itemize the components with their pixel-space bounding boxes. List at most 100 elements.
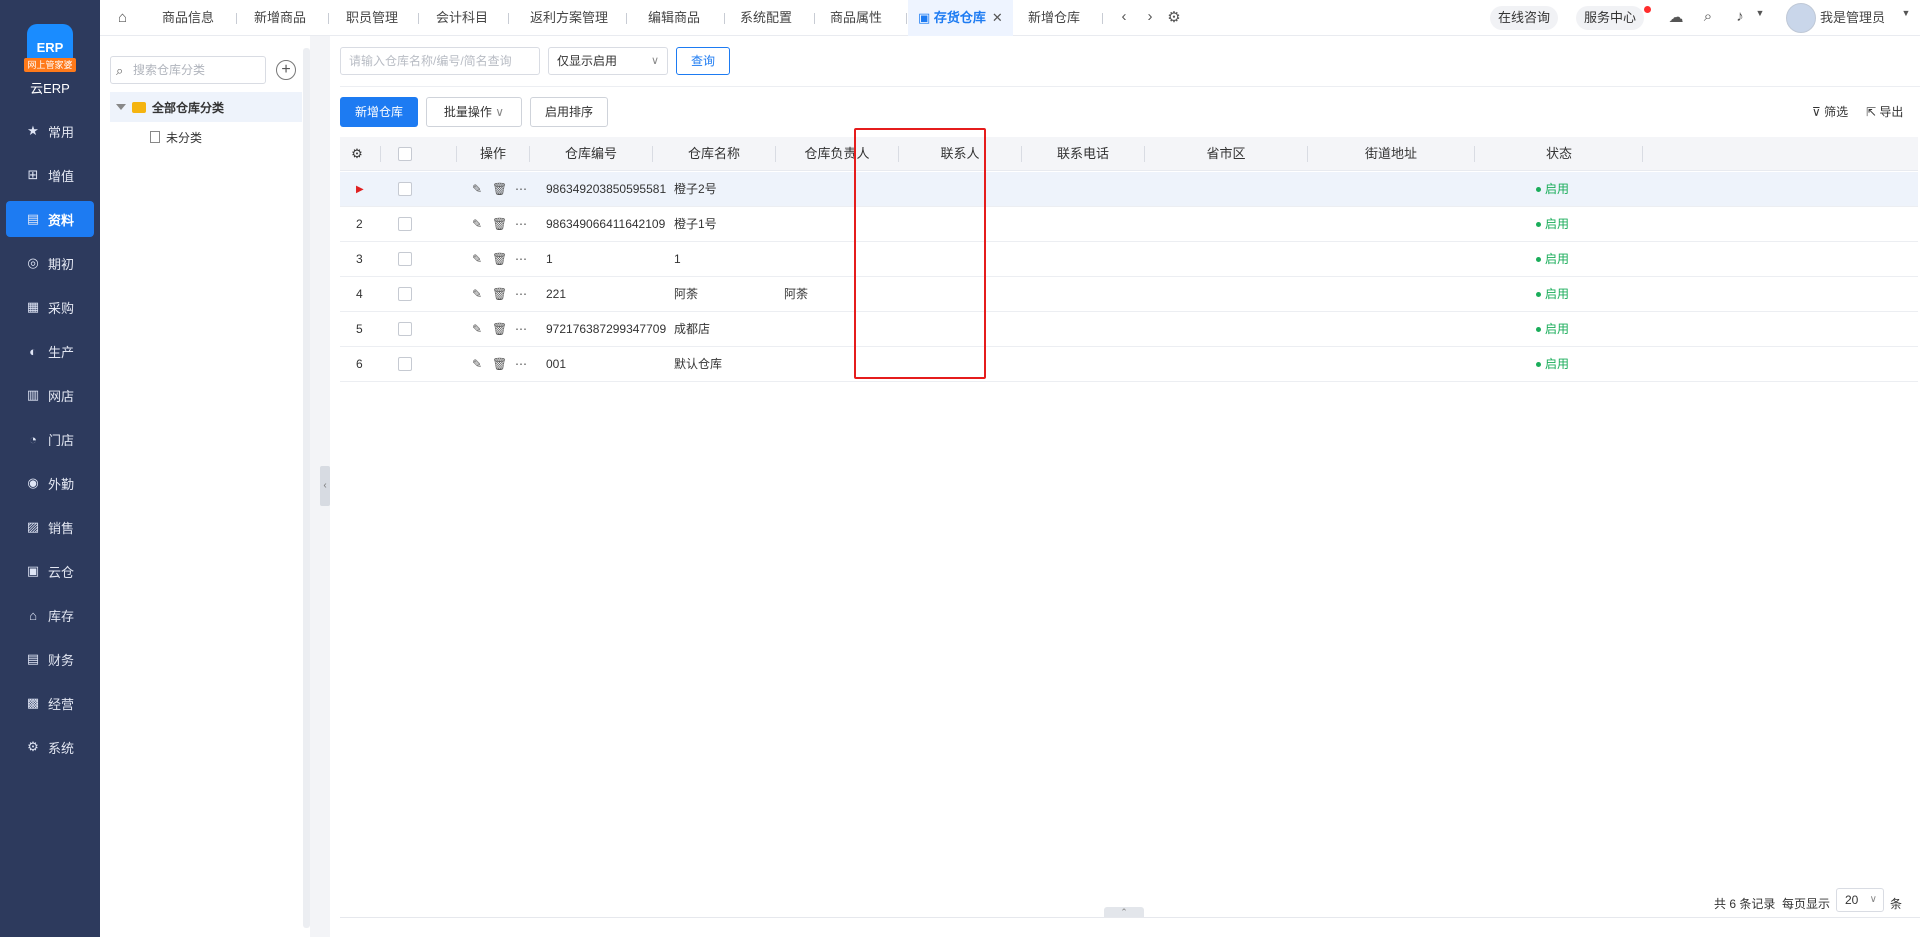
plus-square-icon: ⊞ [27, 167, 39, 182]
edit-icon[interactable]: ✎ [470, 252, 484, 266]
nav-item-finance[interactable]: ▤ 财务 [6, 641, 94, 677]
tab-separator [1102, 13, 1103, 24]
delete-icon[interactable]: 🗑 [492, 357, 507, 371]
row-checkbox[interactable] [398, 217, 412, 231]
nav-item-business[interactable]: ▩ 经营 [6, 685, 94, 721]
tab-edit-product[interactable]: 编辑商品 [638, 0, 710, 36]
nav-item-value-added[interactable]: ⊞ 增值 [6, 157, 94, 193]
more-icon[interactable]: ⋯ [514, 252, 528, 266]
tab-warehouse[interactable]: ▣ 存货仓库 ✕ [908, 0, 1013, 36]
edit-icon[interactable]: ✎ [470, 182, 484, 196]
tab-product-info[interactable]: 商品信息 [152, 0, 224, 36]
online-consult-button[interactable]: 在线咨询 [1490, 6, 1559, 30]
tab-staff[interactable]: 职员管理 [336, 0, 408, 36]
user-menu-chevron-icon[interactable]: ▼ [1896, 8, 1916, 28]
table-row[interactable]: 2 ✎ 🗑 ⋯ 986349066411642109 橙子1号 启用 [340, 207, 1918, 242]
column-settings-icon[interactable]: ⚙ [340, 137, 374, 171]
chevron-left-icon[interactable]: ‹ [1114, 8, 1134, 28]
query-button[interactable]: 查询 [676, 47, 730, 75]
table-row[interactable]: 5 ✎ 🗑 ⋯ 972176387299347709 成都店 启用 [340, 312, 1918, 347]
settings-gear-icon[interactable]: ⚙ [1164, 8, 1184, 28]
batch-operations-button[interactable]: 批量操作 ∨ [426, 97, 522, 127]
nav-item-online-shop[interactable]: ▥ 网店 [6, 377, 94, 413]
export-button[interactable]: ⇱ 导出 [1866, 103, 1903, 120]
add-category-icon[interactable]: + [276, 60, 296, 80]
more-icon[interactable]: ⋯ [514, 287, 528, 301]
more-icon[interactable]: ⋯ [514, 357, 528, 371]
table-row[interactable]: 3 ✎ 🗑 ⋯ 1 1 启用 [340, 242, 1918, 277]
chevron-right-icon[interactable]: › [1140, 8, 1160, 28]
more-icon[interactable]: ⋯ [514, 182, 528, 196]
tab-new-warehouse[interactable]: 新增仓库 [1018, 0, 1090, 36]
column-header-address[interactable]: 街道地址 [1308, 137, 1474, 171]
select-all-checkbox[interactable] [398, 147, 412, 161]
cloud-download-icon[interactable]: ☁ [1666, 8, 1686, 28]
edit-icon[interactable]: ✎ [470, 287, 484, 301]
nav-item-sales[interactable]: ▨ 销售 [6, 509, 94, 545]
row-checkbox[interactable] [398, 357, 412, 371]
nav-item-production[interactable]: ◐ 生产 [6, 333, 94, 369]
category-scrollbar[interactable] [303, 48, 310, 928]
table-row[interactable]: 6 ✎ 🗑 ⋯ 001 默认仓库 启用 [340, 347, 1918, 382]
filter-button[interactable]: ⊽ 筛选 [1812, 103, 1848, 120]
collapse-panel-handle[interactable]: ‹ [320, 466, 330, 506]
column-header-status[interactable]: 状态 [1475, 137, 1643, 171]
delete-icon[interactable]: 🗑 [492, 287, 507, 301]
column-header-code[interactable]: 仓库编号 [530, 137, 652, 171]
chevron-down-icon[interactable]: ▼ [1750, 8, 1770, 28]
left-navigation: ERP 网上管家婆 云ERP ★ 常用 ⊞ 增值 ▤ 资料 ◎ 期初 ▦ 采购 ◐ 生产 ▥… [0, 0, 100, 937]
nav-item-store[interactable]: ◔ 门店 [6, 421, 94, 457]
add-warehouse-button[interactable]: 新增仓库 [340, 97, 418, 127]
nav-item-common[interactable]: ★ 常用 [6, 113, 94, 149]
category-root[interactable]: 全部仓库分类 [110, 92, 302, 122]
edit-icon[interactable]: ✎ [470, 217, 484, 231]
nav-item-data[interactable]: ▤ 资料 [6, 201, 94, 237]
enable-sort-button[interactable]: 启用排序 [530, 97, 608, 127]
delete-icon[interactable]: 🗑 [492, 322, 507, 336]
column-header-phone[interactable]: 联系电话 [1022, 137, 1144, 171]
avatar[interactable] [1786, 3, 1816, 33]
tab-new-product[interactable]: 新增商品 [244, 0, 316, 36]
delete-icon[interactable]: 🗑 [492, 182, 507, 196]
category-search-input[interactable]: 搜索仓库分类 [110, 56, 266, 84]
nav-item-opening[interactable]: ◎ 期初 [6, 245, 94, 281]
tab-system-config[interactable]: 系统配置 [730, 0, 802, 36]
close-icon[interactable]: ✕ [992, 10, 1003, 25]
nav-item-field[interactable]: ◉ 外勤 [6, 465, 94, 501]
delete-icon[interactable]: 🗑 [492, 252, 507, 266]
row-checkbox[interactable] [398, 322, 412, 336]
more-icon[interactable]: ⋯ [514, 322, 528, 336]
nav-item-purchase[interactable]: ▦ 采购 [6, 289, 94, 325]
category-item[interactable]: 未分类 [150, 126, 202, 148]
row-checkbox[interactable] [398, 182, 412, 196]
table-row[interactable]: ▶ ✎ 🗑 ⋯ 986349203850595581 橙子2号 启用 [340, 172, 1918, 207]
nav-label: 采购 [48, 300, 75, 316]
row-checkbox[interactable] [398, 252, 412, 266]
nav-item-cloud-warehouse[interactable]: ▣ 云仓 [6, 553, 94, 589]
table-row[interactable]: 4 ✎ 🗑 ⋯ 221 阿荼 阿荼 启用 [340, 277, 1918, 312]
tab-rebate[interactable]: 返利方案管理 [520, 0, 618, 36]
status-filter-select[interactable]: 仅显示启用 ∨ [548, 47, 668, 75]
more-icon[interactable]: ⋯ [514, 217, 528, 231]
tab-accounts[interactable]: 会计科目 [426, 0, 498, 36]
per-page-select[interactable]: 20 ∨ [1836, 888, 1884, 912]
user-name[interactable]: 我是管理员 [1820, 0, 1885, 36]
column-header-name[interactable]: 仓库名称 [653, 137, 775, 171]
tab-separator [418, 13, 419, 24]
warehouse-search-input[interactable]: 请输入仓库名称/编号/简名查询 [340, 47, 540, 75]
edit-icon[interactable]: ✎ [470, 357, 484, 371]
home-icon[interactable]: ⌂ [118, 9, 136, 27]
row-checkbox[interactable] [398, 287, 412, 301]
column-header-region[interactable]: 省市区 [1145, 137, 1307, 171]
service-center-button[interactable]: 服务中心 [1576, 6, 1645, 30]
row-number: 4 [356, 287, 363, 301]
edit-icon[interactable]: ✎ [470, 322, 484, 336]
expand-triangle-icon[interactable] [116, 104, 126, 110]
delete-icon[interactable]: 🗑 [492, 217, 507, 231]
nav-item-system[interactable]: ⚙ 系统 [6, 729, 94, 765]
nav-item-inventory[interactable]: ⌂ 库存 [6, 597, 94, 633]
tab-product-attrs[interactable]: 商品属性 [820, 0, 892, 36]
search-icon[interactable]: ⌕ [1698, 8, 1718, 28]
expand-footer-icon[interactable]: ⌃ [1104, 907, 1144, 917]
bell-icon[interactable]: ♪ [1730, 8, 1750, 28]
